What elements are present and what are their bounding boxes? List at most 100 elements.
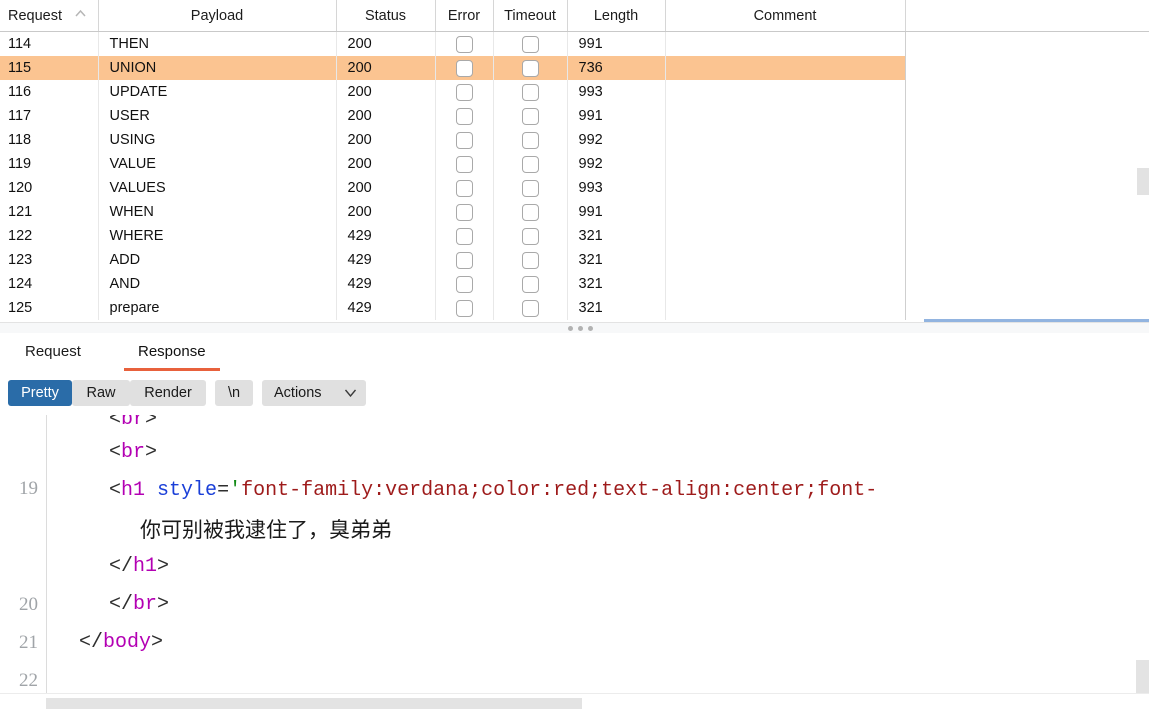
cell-length: 321 [567,224,666,248]
checkbox-icon[interactable] [521,83,539,101]
cell-timeout[interactable] [493,272,568,296]
checkbox-icon[interactable] [521,35,539,53]
cell-error[interactable] [435,272,494,296]
attack-results-pane: Request Payload Status Error Timeout Len… [0,0,1149,324]
cell-timeout[interactable] [493,152,568,176]
table-row[interactable]: 124 AND 429 321 [0,272,1149,296]
cell-filler [905,32,1149,57]
cell-comment [665,296,906,320]
cell-timeout[interactable] [493,224,568,248]
results-vertical-scrollbar[interactable] [1136,32,1149,324]
checkbox-icon[interactable] [521,275,539,293]
checkbox-icon[interactable] [521,107,539,125]
tab-request[interactable]: Request [9,333,97,370]
table-row[interactable]: 119 VALUE 200 992 [0,152,1149,176]
raw-button[interactable]: Raw [72,380,130,406]
cell-error[interactable] [435,248,494,272]
response-viewer-toolbar: Pretty Raw Render \n Actions [0,371,1149,415]
column-header-length[interactable]: Length [567,0,666,32]
cell-error[interactable] [435,56,494,80]
cell-status: 429 [336,224,436,248]
checkbox-icon[interactable] [521,251,539,269]
editor-vertical-scrollbar[interactable] [1135,415,1149,693]
code-token-punct: </ [109,555,134,578]
cell-error[interactable] [435,200,494,224]
checkbox-icon[interactable] [521,227,539,245]
cell-error[interactable] [435,296,494,320]
column-header-timeout-label: Timeout [504,7,556,24]
checkbox-icon[interactable] [521,59,539,77]
code-line-chinese-text: 你可别被我逮住了，臭弟弟 [140,518,392,542]
cell-payload: USING [98,128,337,152]
drag-dots-icon[interactable] [568,326,593,331]
pretty-button[interactable]: Pretty [8,380,72,406]
newline-toggle-button[interactable]: \n [215,380,253,406]
checkbox-icon[interactable] [455,275,473,293]
column-header-comment-label: Comment [753,7,817,24]
cell-error[interactable] [435,31,494,56]
response-code-editor[interactable]: 19 20 21 22 <br> <br> <h1 style='font-fa… [0,415,1149,693]
checkbox-icon[interactable] [455,227,473,245]
checkbox-icon[interactable] [455,131,473,149]
checkbox-icon[interactable] [455,107,473,125]
cell-error[interactable] [435,152,494,176]
checkbox-icon[interactable] [455,203,473,221]
table-row[interactable]: 118 USING 200 992 [0,128,1149,152]
checkbox-icon[interactable] [521,155,539,173]
actions-button[interactable]: Actions [262,380,366,406]
tab-response[interactable]: Response [122,333,222,370]
actions-button-label: Actions [274,385,322,401]
checkbox-icon[interactable] [521,179,539,197]
checkbox-icon[interactable] [455,155,473,173]
cell-error[interactable] [435,224,494,248]
cell-timeout[interactable] [493,296,568,320]
checkbox-icon[interactable] [455,35,473,53]
checkbox-icon[interactable] [455,299,473,317]
column-header-timeout[interactable]: Timeout [493,0,568,32]
cell-timeout[interactable] [493,31,568,56]
cell-comment [665,56,906,80]
checkbox-icon[interactable] [455,179,473,197]
render-button[interactable]: Render [130,380,206,406]
cell-timeout[interactable] [493,104,568,128]
table-row[interactable]: 120 VALUES 200 993 [0,176,1149,200]
table-row[interactable]: 114 THEN 200 991 [0,31,1149,57]
cell-timeout[interactable] [493,176,568,200]
editor-vertical-scrollbar-thumb[interactable] [1136,660,1149,693]
results-vertical-scrollbar-thumb[interactable] [1137,168,1149,195]
cell-timeout[interactable] [493,80,568,104]
checkbox-icon[interactable] [455,83,473,101]
table-row[interactable]: 116 UPDATE 200 993 [0,80,1149,104]
table-row[interactable]: 121 WHEN 200 991 [0,200,1149,224]
table-row[interactable]: 122 WHERE 429 321 [0,224,1149,248]
cell-request: 122 [0,224,99,248]
column-header-error[interactable]: Error [435,0,494,32]
cell-status: 429 [336,272,436,296]
cell-timeout[interactable] [493,56,568,80]
table-row[interactable]: 115 UNION 200 736 [0,56,1149,80]
cell-error[interactable] [435,176,494,200]
checkbox-icon[interactable] [455,59,473,77]
cell-payload: WHERE [98,224,337,248]
cell-comment [665,104,906,128]
cell-timeout[interactable] [493,200,568,224]
cell-error[interactable] [435,80,494,104]
editor-horizontal-scrollbar[interactable] [46,698,1149,710]
table-row[interactable]: 123 ADD 429 321 [0,248,1149,272]
cell-error[interactable] [435,128,494,152]
column-header-payload[interactable]: Payload [98,0,337,32]
checkbox-icon[interactable] [521,203,539,221]
table-row[interactable]: 125 prepare 429 321 [0,296,1149,320]
column-header-status[interactable]: Status [336,0,436,32]
checkbox-icon[interactable] [521,131,539,149]
cell-error[interactable] [435,104,494,128]
checkbox-icon[interactable] [455,251,473,269]
checkbox-icon[interactable] [521,299,539,317]
column-header-request[interactable]: Request [0,0,99,32]
table-row[interactable]: 117 USER 200 991 [0,104,1149,128]
cell-payload: THEN [98,31,337,56]
cell-timeout[interactable] [493,128,568,152]
editor-horizontal-scrollbar-thumb[interactable] [46,698,582,709]
column-header-comment[interactable]: Comment [665,0,906,32]
cell-timeout[interactable] [493,248,568,272]
